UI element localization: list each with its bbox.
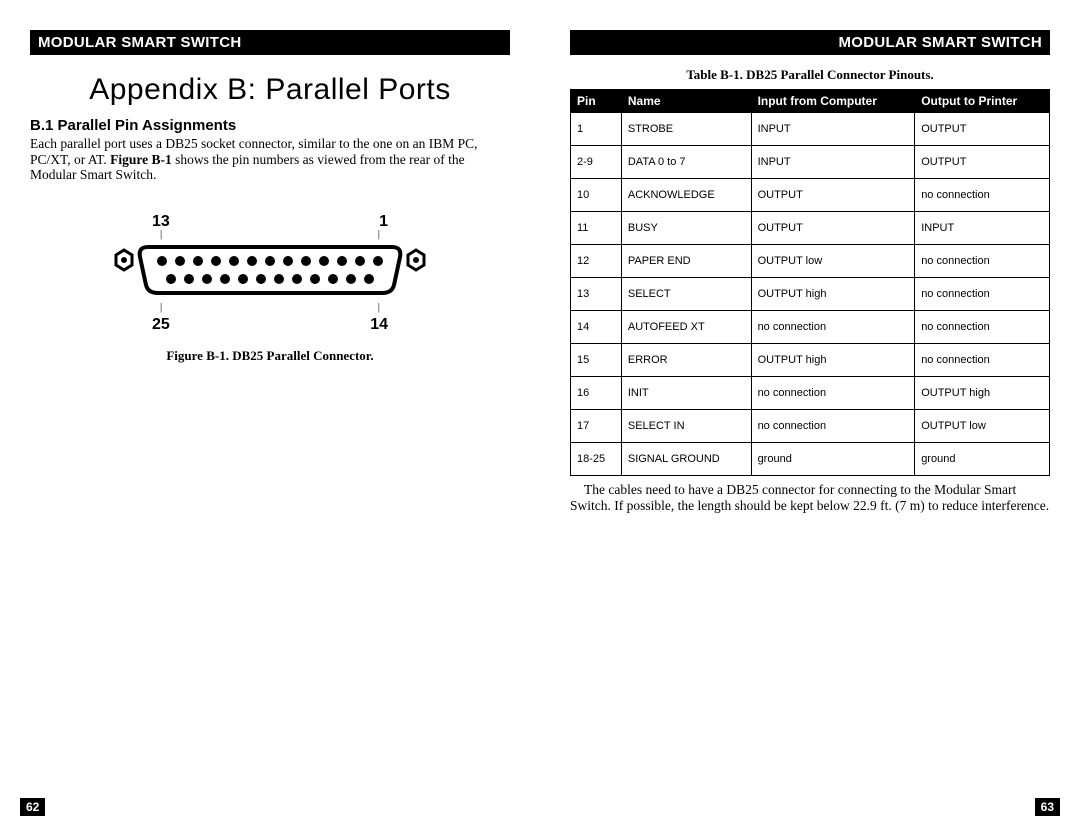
table-cell: 12: [571, 245, 622, 278]
table-cell: 1: [571, 113, 622, 146]
table-caption: Table B-1. DB25 Parallel Connector Pinou…: [570, 67, 1050, 83]
table-row: 15ERROROUTPUT highno connection: [571, 344, 1050, 377]
page-number-right: 63: [1035, 798, 1060, 816]
pinout-table: Pin Name Input from Computer Output to P…: [570, 89, 1050, 476]
table-cell: PAPER END: [621, 245, 751, 278]
table-row: 13SELECTOUTPUT highno connection: [571, 278, 1050, 311]
section-heading: B.1 Parallel Pin Assignments: [30, 117, 510, 134]
table-cell: ground: [751, 443, 915, 476]
table-row: 2-9DATA 0 to 7INPUTOUTPUT: [571, 146, 1050, 179]
table-row: 1STROBEINPUTOUTPUT: [571, 113, 1050, 146]
intro-paragraph: Each parallel port uses a DB25 socket co…: [30, 136, 510, 183]
cable-note: The cables need to have a DB25 connector…: [570, 482, 1050, 513]
table-cell: SELECT: [621, 278, 751, 311]
table-cell: no connection: [915, 344, 1050, 377]
table-cell: 15: [571, 344, 622, 377]
table-cell: OUTPUT: [915, 146, 1050, 179]
pin-labels-top: 13 1: [90, 213, 450, 231]
table-cell: SIGNAL GROUND: [621, 443, 751, 476]
table-cell: INPUT: [751, 146, 915, 179]
table-cell: 16: [571, 377, 622, 410]
table-row: 12PAPER ENDOUTPUT lowno connection: [571, 245, 1050, 278]
table-row: 16INITno connectionOUTPUT high: [571, 377, 1050, 410]
table-cell: OUTPUT: [751, 212, 915, 245]
pin-label-1: 1: [379, 213, 388, 231]
tick-row-bottom: ||: [90, 304, 450, 316]
table-cell: SELECT IN: [621, 410, 751, 443]
col-pin: Pin: [571, 90, 622, 113]
table-cell: STROBE: [621, 113, 751, 146]
table-cell: ground: [915, 443, 1050, 476]
col-output: Output to Printer: [915, 90, 1050, 113]
pin-label-25: 25: [152, 316, 170, 334]
table-row: 17SELECT INno connectionOUTPUT low: [571, 410, 1050, 443]
table-cell: ACKNOWLEDGE: [621, 179, 751, 212]
col-name: Name: [621, 90, 751, 113]
table-cell: OUTPUT low: [751, 245, 915, 278]
db25-figure: 13 1 || || 25 14: [90, 213, 450, 334]
db25-connector-icon: [100, 243, 440, 299]
table-header-row: Pin Name Input from Computer Output to P…: [571, 90, 1050, 113]
tick-row-top: ||: [90, 231, 450, 243]
table-cell: 11: [571, 212, 622, 245]
table-cell: 17: [571, 410, 622, 443]
table-cell: no connection: [915, 278, 1050, 311]
table-cell: no connection: [751, 410, 915, 443]
table-cell: no connection: [915, 245, 1050, 278]
table-cell: 10: [571, 179, 622, 212]
table-cell: ERROR: [621, 344, 751, 377]
table-cell: 13: [571, 278, 622, 311]
table-cell: OUTPUT high: [751, 278, 915, 311]
header-bar-left: MODULAR SMART SWITCH: [30, 30, 510, 55]
table-cell: no connection: [751, 377, 915, 410]
table-cell: AUTOFEED XT: [621, 311, 751, 344]
table-cell: OUTPUT high: [751, 344, 915, 377]
page-number-left: 62: [20, 798, 45, 816]
table-row: 11BUSYOUTPUTINPUT: [571, 212, 1050, 245]
col-input: Input from Computer: [751, 90, 915, 113]
appendix-title: Appendix B: Parallel Ports: [30, 73, 510, 107]
table-cell: OUTPUT high: [915, 377, 1050, 410]
table-cell: OUTPUT low: [915, 410, 1050, 443]
header-bar-right: MODULAR SMART SWITCH: [570, 30, 1050, 55]
table-row: 14AUTOFEED XTno connectionno connection: [571, 311, 1050, 344]
table-cell: OUTPUT: [915, 113, 1050, 146]
table-cell: 14: [571, 311, 622, 344]
table-cell: DATA 0 to 7: [621, 146, 751, 179]
table-cell: BUSY: [621, 212, 751, 245]
left-page: MODULAR SMART SWITCH Appendix B: Paralle…: [0, 0, 540, 834]
table-cell: OUTPUT: [751, 179, 915, 212]
figure-ref: Figure B-1: [110, 152, 172, 167]
table-row: 18-25SIGNAL GROUNDgroundground: [571, 443, 1050, 476]
table-row: 10ACKNOWLEDGEOUTPUTno connection: [571, 179, 1050, 212]
table-cell: no connection: [915, 311, 1050, 344]
table-cell: INPUT: [915, 212, 1050, 245]
table-cell: INIT: [621, 377, 751, 410]
table-cell: no connection: [751, 311, 915, 344]
table-cell: INPUT: [751, 113, 915, 146]
table-cell: no connection: [915, 179, 1050, 212]
table-cell: 2-9: [571, 146, 622, 179]
figure-caption: Figure B-1. DB25 Parallel Connector.: [30, 348, 510, 364]
pin-labels-bottom: 25 14: [90, 316, 450, 334]
pin-label-14: 14: [370, 316, 388, 334]
right-page: MODULAR SMART SWITCH Table B-1. DB25 Par…: [540, 0, 1080, 834]
table-cell: 18-25: [571, 443, 622, 476]
